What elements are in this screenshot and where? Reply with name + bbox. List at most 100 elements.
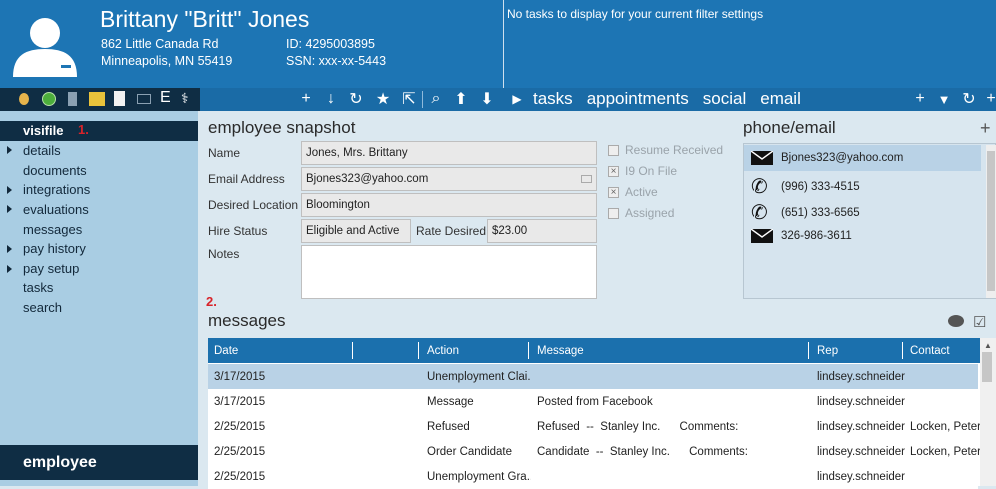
col-action[interactable]: Action xyxy=(427,345,459,357)
sidebar-item-details[interactable]: details xyxy=(23,143,61,158)
add-task-icon[interactable]: + xyxy=(911,90,929,108)
search-icon[interactable]: ⌕ xyxy=(427,90,445,108)
cell-message: Candidate -- Stanley Inc. Comments: xyxy=(537,446,748,458)
expand-caret-icon[interactable] xyxy=(7,186,12,194)
tab-social[interactable]: social xyxy=(703,89,746,109)
refresh-icon[interactable]: ↻ xyxy=(347,90,365,108)
employee-snapshot-title: employee snapshot xyxy=(208,118,356,137)
sidebar-item-messages[interactable]: messages xyxy=(23,222,82,237)
scroll-up-icon[interactable]: ▲ xyxy=(984,341,992,350)
contact-item[interactable]: ✆ (996) 333-4515 xyxy=(751,174,860,199)
e-verify-icon[interactable]: E xyxy=(160,89,171,107)
document-icon[interactable] xyxy=(114,91,125,106)
phone-icon: ✆ xyxy=(751,176,768,198)
column-separator xyxy=(902,342,903,359)
envelope-icon xyxy=(751,151,773,165)
envelope-icon[interactable] xyxy=(581,175,592,183)
expand-caret-icon[interactable] xyxy=(7,146,12,154)
sidebar-item-evaluations[interactable]: evaluations xyxy=(23,202,89,217)
phone-icon: ✆ xyxy=(751,202,768,224)
add-icon[interactable]: + xyxy=(297,90,315,108)
cell-date: 2/25/2015 xyxy=(214,446,266,458)
arrow-down-icon[interactable]: ⬇ xyxy=(478,90,496,108)
expand-caret-icon[interactable] xyxy=(7,245,12,253)
medical-icon[interactable]: ⚕ xyxy=(181,90,189,107)
notes-field[interactable] xyxy=(301,245,597,299)
messages-table-header xyxy=(208,338,986,363)
hire-status-value: Eligible and Active xyxy=(306,225,400,237)
tab-appointments[interactable]: appointments xyxy=(587,89,689,109)
column-separator xyxy=(808,342,809,359)
avatar xyxy=(13,18,77,77)
col-contact[interactable]: Contact xyxy=(910,345,950,357)
phone-email-scroll-thumb[interactable] xyxy=(987,151,995,291)
open-external-icon[interactable]: ⇱ xyxy=(400,90,418,108)
contact-item[interactable]: Bjones323@yahoo.com xyxy=(751,151,903,165)
add-more-icon[interactable]: + xyxy=(982,90,996,108)
refresh-tasks-icon[interactable]: ↻ xyxy=(960,90,978,108)
sidebar-item-pay-history[interactable]: pay history xyxy=(23,241,86,256)
task-tabs: tasks appointments social email xyxy=(533,89,801,109)
col-rep[interactable]: Rep xyxy=(817,345,838,357)
id-card-icon[interactable] xyxy=(89,92,105,106)
contact-item[interactable]: 326-986-3611 xyxy=(751,229,852,243)
merge-down-icon[interactable]: ↓ xyxy=(322,90,340,108)
cell-action: Order Candidate xyxy=(427,446,513,458)
desired-location-field[interactable]: Bloomington xyxy=(301,193,597,217)
phone-device-icon[interactable] xyxy=(68,92,77,106)
messages-scroll-thumb[interactable] xyxy=(982,352,992,382)
sidebar-item-documents[interactable]: documents xyxy=(23,163,87,178)
add-contact-icon[interactable]: + xyxy=(980,118,991,139)
name-field[interactable]: Jones, Mrs. Brittany xyxy=(301,141,597,165)
contact-phone: (996) 333-4515 xyxy=(781,180,860,193)
annotation-marker-2: 2. xyxy=(206,294,217,309)
filter-icon[interactable]: ▼ xyxy=(935,90,953,108)
sidebar-item-tasks[interactable]: tasks xyxy=(23,280,53,295)
cell-rep: lindsey.schneider xyxy=(817,421,906,433)
star-icon[interactable]: ★ xyxy=(374,90,392,108)
expand-caret-icon[interactable] xyxy=(7,265,12,273)
rate-desired-field[interactable]: $23.00 xyxy=(487,219,597,243)
hire-status-field[interactable]: Eligible and Active xyxy=(301,219,411,243)
cell-date: 3/17/2015 xyxy=(214,371,266,383)
cell-contact: Locken, Peter ( xyxy=(910,446,980,458)
column-separator xyxy=(418,342,419,359)
coin-icon[interactable] xyxy=(19,93,29,105)
resume-received-checkbox[interactable] xyxy=(608,145,619,156)
checkbox-icon[interactable]: ☑ xyxy=(973,313,986,331)
email-value: Bjones323@yahoo.com xyxy=(306,173,429,185)
card-icon[interactable] xyxy=(137,94,151,104)
cell-rep: lindsey.schneider xyxy=(817,396,906,408)
cell-rep: lindsey.schneider xyxy=(817,471,906,483)
resume-received-label: Resume Received xyxy=(625,143,724,157)
tab-tasks[interactable]: tasks xyxy=(533,89,573,109)
toolbar-separator xyxy=(422,91,423,108)
tab-email[interactable]: email xyxy=(760,89,801,109)
sidebar-employee-tab[interactable]: employee xyxy=(0,445,198,480)
col-message[interactable]: Message xyxy=(537,345,584,357)
i9-on-file-checkbox[interactable]: × xyxy=(608,166,619,177)
sidebar-item-search[interactable]: search xyxy=(23,300,62,315)
green-status-icon[interactable] xyxy=(42,92,56,106)
col-date[interactable]: Date xyxy=(214,345,238,357)
expand-caret-icon[interactable] xyxy=(7,205,12,213)
assigned-checkbox[interactable] xyxy=(608,208,619,219)
email-field[interactable]: Bjones323@yahoo.com xyxy=(301,167,597,191)
play-icon[interactable]: ▶ xyxy=(508,90,526,108)
active-checkbox[interactable]: × xyxy=(608,187,619,198)
notes-label: Notes xyxy=(208,247,240,261)
employee-ssn: SSN: xxx-xx-5443 xyxy=(286,54,387,68)
rate-desired-value: $23.00 xyxy=(492,225,528,237)
address-line1: 862 Little Canada Rd xyxy=(101,37,219,51)
cell-action: Refused xyxy=(427,421,470,433)
assigned-label: Assigned xyxy=(625,206,675,220)
sidebar-item-integrations[interactable]: integrations xyxy=(23,182,90,197)
comment-icon[interactable] xyxy=(948,315,964,327)
sidebar-employee-label[interactable]: employee xyxy=(23,454,97,472)
arrow-up-icon[interactable]: ⬆ xyxy=(452,90,470,108)
contact-email: Bjones323@yahoo.com xyxy=(781,152,904,164)
sidebar-item-pay-setup[interactable]: pay setup xyxy=(23,261,79,276)
email-label: Email Address xyxy=(208,172,285,186)
sidebar-item-visifile-label[interactable]: visifile xyxy=(23,123,63,138)
contact-item[interactable]: ✆ (651) 333-6565 xyxy=(751,200,860,225)
